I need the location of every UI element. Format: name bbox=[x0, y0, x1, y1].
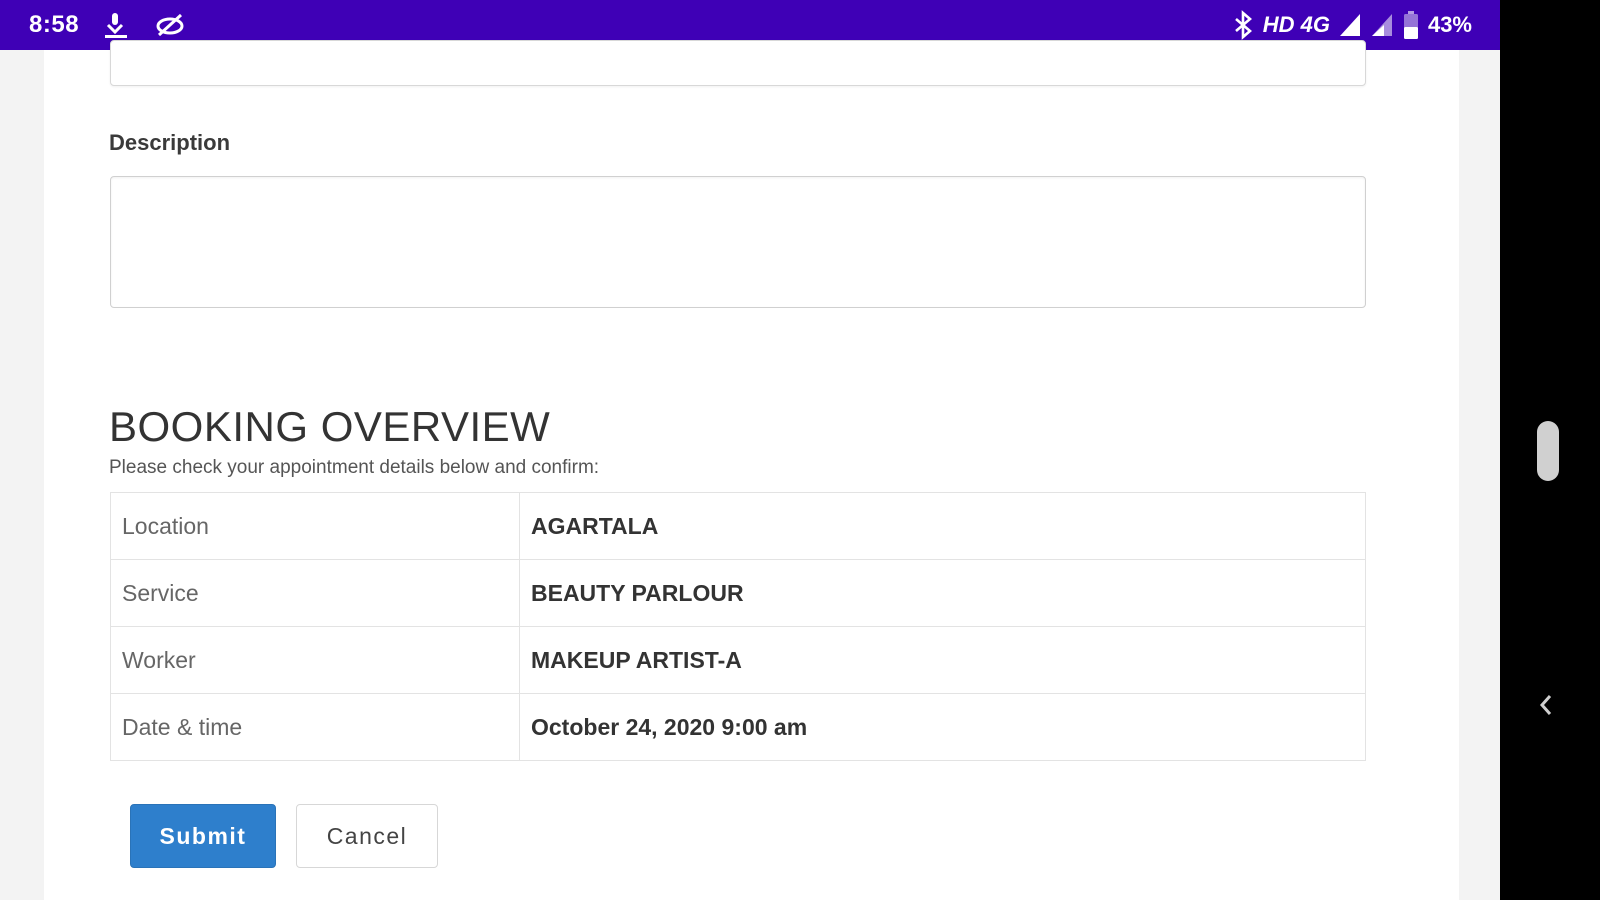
table-row: Service BEAUTY PARLOUR bbox=[110, 559, 1366, 627]
previous-input-field[interactable] bbox=[110, 40, 1366, 86]
bluetooth-icon bbox=[1231, 10, 1255, 40]
table-row: Location AGARTALA bbox=[110, 492, 1366, 560]
worker-value: MAKEUP ARTIST-A bbox=[519, 626, 1366, 694]
table-row: Date & time October 24, 2020 9:00 am bbox=[110, 693, 1366, 761]
battery-icon bbox=[1402, 10, 1420, 40]
booking-details-table: Location AGARTALA Service BEAUTY PARLOUR… bbox=[110, 492, 1366, 761]
submit-button[interactable]: Submit bbox=[130, 804, 276, 868]
location-label: Location bbox=[110, 492, 520, 560]
signal-icon bbox=[1370, 12, 1394, 38]
crossed-link-icon bbox=[153, 11, 187, 39]
booking-overview-title: BOOKING OVERVIEW bbox=[109, 402, 551, 450]
status-time: 8:58 bbox=[29, 11, 80, 38]
network-label: HD 4G bbox=[1262, 12, 1330, 37]
signal-icon bbox=[1338, 12, 1362, 38]
scrollbar-handle[interactable] bbox=[1537, 421, 1559, 481]
service-label: Service bbox=[110, 559, 520, 627]
date-time-label: Date & time bbox=[110, 693, 520, 761]
battery-percent: 43% bbox=[1427, 12, 1472, 37]
table-row: Worker MAKEUP ARTIST-A bbox=[110, 626, 1366, 694]
date-time-value: October 24, 2020 9:00 am bbox=[519, 693, 1366, 761]
booking-form-card: Description BOOKING OVERVIEW Please chec… bbox=[44, 40, 1459, 900]
back-chevron-icon[interactable] bbox=[1536, 692, 1556, 718]
cancel-button[interactable]: Cancel bbox=[296, 804, 438, 868]
location-value: AGARTALA bbox=[519, 492, 1366, 560]
description-input[interactable] bbox=[110, 176, 1366, 308]
booking-overview-subtitle: Please check your appointment details be… bbox=[109, 457, 600, 478]
app-screen: 8:58 HD 4G 43% Description BOOKING OVERV… bbox=[0, 0, 1500, 900]
service-value: BEAUTY PARLOUR bbox=[519, 559, 1366, 627]
download-icon bbox=[101, 9, 131, 41]
description-label: Description bbox=[109, 130, 231, 155]
worker-label: Worker bbox=[110, 626, 520, 694]
